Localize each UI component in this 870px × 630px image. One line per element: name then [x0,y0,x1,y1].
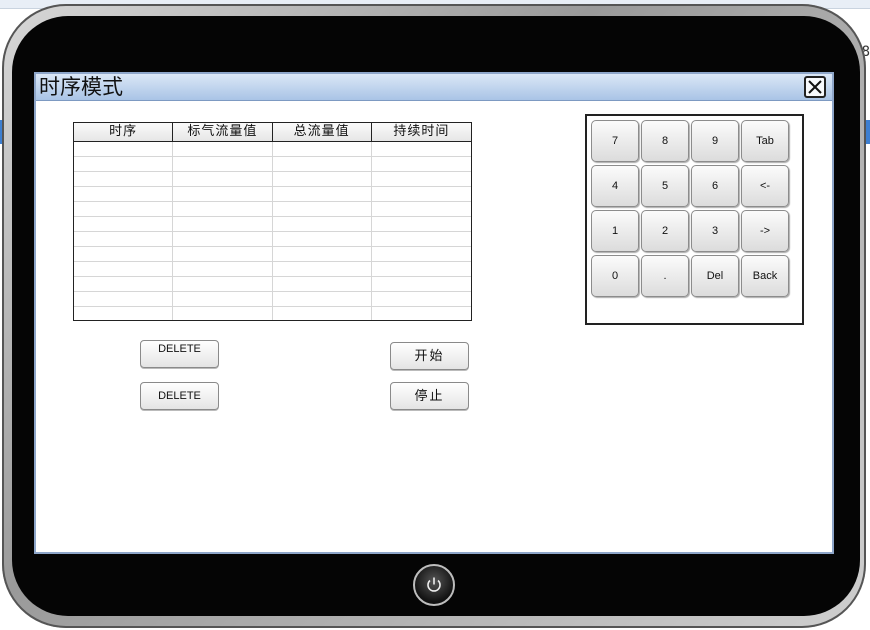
table-cell[interactable] [372,307,471,320]
power-icon [427,577,441,592]
column-header-sequence[interactable]: 时序 [74,123,174,141]
table-cell[interactable] [372,262,471,276]
power-button[interactable] [413,564,455,606]
sequence-table[interactable]: 时序 标气流量值 总流量值 持续时间 [73,122,472,321]
column-header-total-flow[interactable]: 总流量值 [273,123,372,141]
table-cell[interactable] [74,262,174,276]
table-cell[interactable] [74,277,174,291]
table-cell[interactable] [273,202,372,216]
key-left[interactable]: <- [741,165,789,207]
table-cell[interactable] [372,172,471,186]
key-8[interactable]: 8 [641,120,689,162]
table-cell[interactable] [173,277,273,291]
table-cell[interactable] [173,292,273,306]
table-cell[interactable] [74,217,174,231]
table-cell[interactable] [372,232,471,246]
table-row[interactable] [74,217,471,232]
table-header: 时序 标气流量值 总流量值 持续时间 [74,123,471,142]
table-cell[interactable] [173,142,273,156]
table-cell[interactable] [74,292,174,306]
table-cell[interactable] [74,247,174,261]
table-cell[interactable] [372,292,471,306]
table-cell[interactable] [173,187,273,201]
key-4[interactable]: 4 [591,165,639,207]
key-9[interactable]: 9 [691,120,739,162]
table-cell[interactable] [74,307,174,320]
key-del[interactable]: Del [691,255,739,297]
table-cell[interactable] [372,142,471,156]
table-cell[interactable] [74,187,174,201]
table-body [74,142,471,320]
key-decimal[interactable]: . [641,255,689,297]
close-icon [808,80,822,94]
start-button[interactable]: 开始 [390,342,469,370]
table-cell[interactable] [273,262,372,276]
column-header-duration[interactable]: 持续时间 [372,123,471,141]
table-cell[interactable] [273,307,372,320]
table-cell[interactable] [372,202,471,216]
window-title: 时序模式 [39,75,123,99]
table-cell[interactable] [372,187,471,201]
key-6[interactable]: 6 [691,165,739,207]
table-cell[interactable] [372,247,471,261]
table-cell[interactable] [173,202,273,216]
table-cell[interactable] [173,262,273,276]
table-row[interactable] [74,307,471,320]
key-back[interactable]: Back [741,255,789,297]
table-cell[interactable] [173,217,273,231]
table-cell[interactable] [173,172,273,186]
table-cell[interactable] [273,232,372,246]
table-cell[interactable] [74,157,174,171]
table-cell[interactable] [273,172,372,186]
key-1[interactable]: 1 [591,210,639,252]
table-row[interactable] [74,142,471,157]
table-cell[interactable] [273,247,372,261]
table-cell[interactable] [74,232,174,246]
table-row[interactable] [74,172,471,187]
table-cell[interactable] [74,202,174,216]
table-row[interactable] [74,202,471,217]
table-cell[interactable] [273,292,372,306]
table-cell[interactable] [74,142,174,156]
table-row[interactable] [74,292,471,307]
table-cell[interactable] [372,277,471,291]
table-cell[interactable] [273,142,372,156]
table-row[interactable] [74,232,471,247]
table-cell[interactable] [372,157,471,171]
table-row[interactable] [74,262,471,277]
key-7[interactable]: 7 [591,120,639,162]
key-0[interactable]: 0 [591,255,639,297]
numeric-keypad: 7 8 9 Tab 4 5 6 <- 1 2 3 -> 0. Del Back [585,114,804,325]
app-window: 时序模式 时序 标气流量值 总流量值 持续时间 DELETE DELETE 开始… [34,72,834,554]
table-cell[interactable] [173,232,273,246]
delete-button-1[interactable]: DELETE [140,340,219,368]
key-2[interactable]: 2 [641,210,689,252]
key-right[interactable]: -> [741,210,789,252]
table-cell[interactable] [173,247,273,261]
table-row[interactable] [74,247,471,262]
column-header-standard-gas-flow[interactable]: 标气流量值 [173,123,273,141]
delete-button-2[interactable]: DELETE [140,382,219,410]
table-cell[interactable] [372,217,471,231]
key-tab[interactable]: Tab [741,120,789,162]
table-cell[interactable] [173,157,273,171]
close-button[interactable] [804,76,826,98]
table-cell[interactable] [74,172,174,186]
table-cell[interactable] [173,307,273,320]
title-bar: 时序模式 [36,74,832,101]
key-3[interactable]: 3 [691,210,739,252]
table-cell[interactable] [273,157,372,171]
table-cell[interactable] [273,217,372,231]
table-row[interactable] [74,277,471,292]
key-5[interactable]: 5 [641,165,689,207]
stop-button[interactable]: 停止 [390,382,469,410]
table-cell[interactable] [273,277,372,291]
table-row[interactable] [74,187,471,202]
table-row[interactable] [74,157,471,172]
table-cell[interactable] [273,187,372,201]
